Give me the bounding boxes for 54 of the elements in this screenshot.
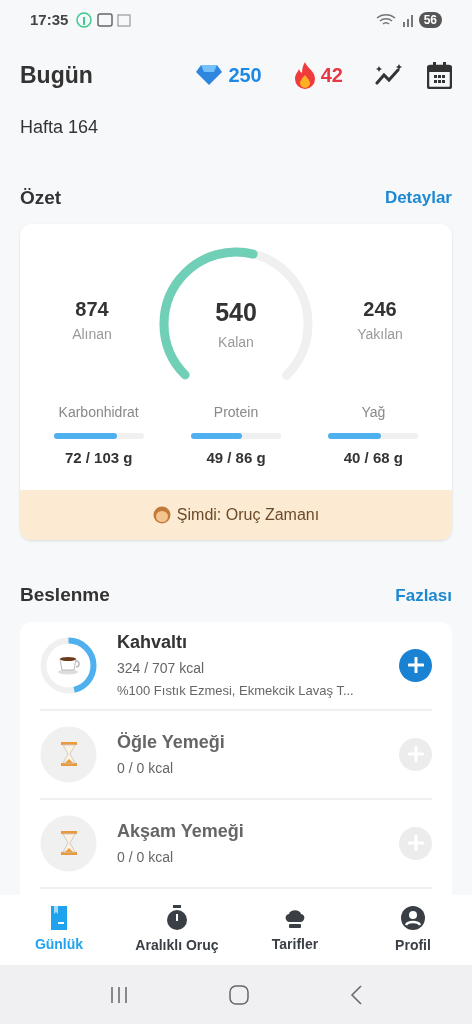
section-title: Özet	[20, 185, 62, 210]
clock: 17:35	[30, 9, 69, 30]
remaining-label: Kalan	[218, 332, 254, 352]
meal-name: Akşam Yemeği	[117, 820, 245, 843]
meal-calories: 324 / 707 kcal	[117, 659, 206, 679]
meal-foods: %100 Fıstık Ezmesi, Ekmekcik Lavaş T...	[117, 682, 355, 701]
add-meal-button[interactable]	[399, 648, 432, 682]
macro-label: Karbonhidrat	[58, 403, 139, 422]
trend-chart-icon[interactable]	[375, 63, 403, 87]
meal-progress-ring	[40, 814, 97, 872]
battery-indicator: 56	[418, 12, 442, 28]
remaining-value: 540	[215, 297, 257, 328]
meal-row[interactable]: Kahvaltı 324 / 707 kcal %100 Fıstık Ezmesi, Ekmekcik Lavaş T...	[40, 621, 432, 711]
nav-tab[interactable]: Profil	[354, 895, 472, 965]
fasting-status: Şimdi: Oruç Zamanı	[176, 504, 320, 525]
burned-label: Yakılan	[357, 325, 403, 344]
section-title: Beslenme	[20, 583, 110, 608]
meal-calories: 0 / 0 kcal	[117, 759, 175, 778]
meal-calories: 0 / 0 kcal	[117, 848, 175, 867]
flame-icon	[293, 61, 316, 89]
nav-tab[interactable]: Aralıklı Oruç	[118, 895, 236, 965]
gem-count: 250	[228, 63, 262, 88]
macro-label: Protein	[213, 403, 259, 422]
macro-amount: 49 / 86 g	[206, 448, 266, 468]
macro-amount: 72 / 103 g	[64, 448, 133, 468]
stopwatch-icon	[165, 904, 189, 931]
meal-row[interactable]: Öğle Yemeği 0 / 0 kcal	[40, 710, 432, 800]
hourglass-icon	[59, 742, 78, 766]
macro-label: Yağ	[361, 403, 386, 422]
recent-apps-icon[interactable]	[109, 985, 130, 1004]
home-icon[interactable]	[228, 984, 250, 1005]
details-link[interactable]: Detaylar	[384, 185, 452, 211]
meal-name: Kahvaltı	[117, 631, 189, 655]
plus-icon	[407, 657, 424, 673]
diamond-icon	[195, 64, 224, 86]
burned-value: 246	[363, 297, 397, 322]
calendar-icon[interactable]	[427, 61, 452, 89]
back-icon[interactable]	[348, 984, 363, 1005]
meal-row[interactable]: Akşam Yemeği 0 / 0 kcal	[40, 799, 432, 889]
eaten-label: Alınan	[72, 325, 112, 344]
nav-tab[interactable]: Tarifler	[236, 895, 354, 965]
wifi-signal-icon	[374, 12, 415, 28]
more-link[interactable]: Fazlası	[395, 582, 452, 609]
coffee-cup-icon	[56, 655, 81, 675]
week-label: Hafta 164	[20, 117, 99, 137]
hourglass-icon	[59, 831, 78, 855]
eaten-value: 874	[75, 297, 109, 322]
profile-icon	[400, 904, 426, 931]
streak-count: 42	[320, 63, 343, 88]
page-title: Bugün	[20, 60, 94, 90]
meal-progress-ring	[40, 725, 97, 783]
meal-name: Öğle Yemeği	[117, 731, 226, 754]
diary-icon	[49, 905, 69, 930]
macro-amount: 40 / 68 g	[343, 448, 403, 468]
